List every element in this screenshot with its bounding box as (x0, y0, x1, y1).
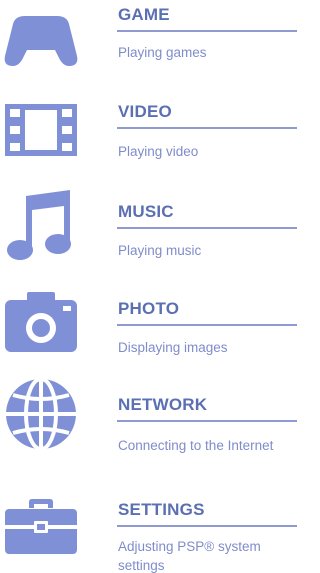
menu-item-video[interactable]: VIDEO Playing video (0, 90, 297, 180)
title-underline (117, 324, 297, 326)
game-controller-icon (3, 10, 79, 70)
title-underline (117, 227, 297, 229)
menu-item-description: Displaying images (118, 340, 228, 355)
menu-item-title: MUSIC (118, 202, 174, 221)
menu-item-description: Playing music (118, 243, 202, 258)
title-underline (117, 420, 297, 422)
menu-item-title: GAME (118, 5, 170, 24)
title-underline (117, 127, 297, 129)
menu-item-title: VIDEO (118, 102, 172, 121)
menu-item-settings[interactable]: SETTINGS Adjusting PSP® system settings (0, 480, 297, 573)
title-underline (117, 30, 297, 32)
menu-item-description: Playing video (118, 144, 199, 159)
film-strip-icon (3, 100, 79, 160)
title-underline (117, 525, 297, 527)
menu-item-photo[interactable]: PHOTO Displaying images (0, 285, 297, 370)
menu-item-description: Connecting to the Internet (118, 438, 274, 453)
menu-item-title: PHOTO (118, 299, 180, 318)
menu-item-title: NETWORK (118, 395, 208, 414)
camera-icon (3, 289, 79, 355)
menu-item-title: SETTINGS (118, 500, 205, 519)
menu-item-description: Adjusting PSP® system settings (118, 539, 261, 573)
menu-item-description: Playing games (118, 45, 207, 60)
xmb-category-guide: GAME Playing games VIDEO Playing video M… (0, 0, 297, 573)
menu-item-game[interactable]: GAME Playing games (0, 0, 297, 90)
menu-item-network[interactable]: NETWORK Connecting to the Internet (0, 370, 297, 480)
music-note-icon (3, 188, 79, 262)
globe-icon (3, 377, 79, 451)
toolbox-icon (3, 498, 79, 556)
menu-item-music[interactable]: MUSIC Playing music (0, 180, 297, 285)
